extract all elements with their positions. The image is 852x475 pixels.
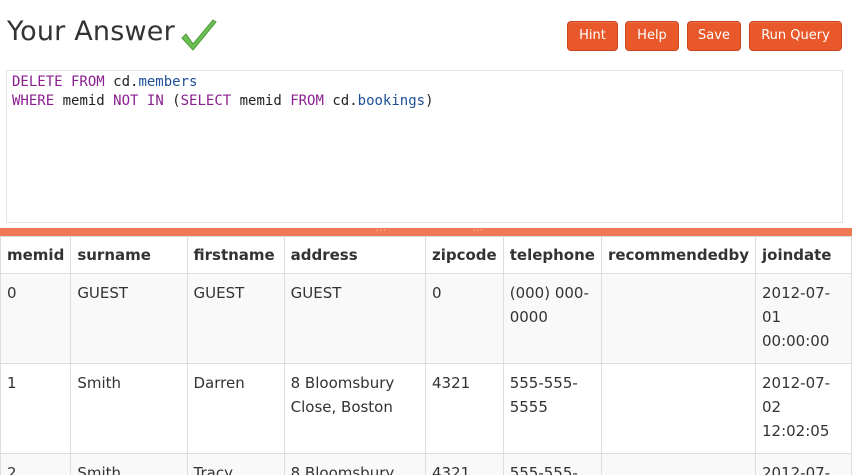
column-header[interactable]: firstname (186, 236, 285, 274)
help-button[interactable]: Help (625, 21, 679, 51)
table-cell: GUEST (283, 273, 427, 364)
table-cell (600, 453, 757, 475)
code-paren: ) (425, 93, 434, 109)
results-panel: memid surname firstname address zipcode … (0, 236, 852, 475)
table-cell (600, 273, 757, 364)
column-header[interactable]: joindate (755, 236, 852, 274)
grip-dots-icon: ··· (376, 226, 387, 235)
table-cell: 8 Bloomsbury Close, Boston (283, 363, 427, 454)
code-schema: cd. (323, 93, 358, 109)
results-table: memid surname firstname address zipcode … (0, 236, 852, 475)
grip-dots-icon: ··· (473, 226, 484, 235)
table-cell: 2 (0, 453, 72, 475)
run-query-button[interactable]: Run Query (749, 21, 842, 51)
table-cell: 0 (0, 273, 72, 364)
code-table-name: members (138, 74, 198, 90)
table-cell: Smith (70, 363, 188, 454)
table-row: 2 Smith Tracy 8 Bloomsbury 4321 555-555-… (0, 453, 852, 475)
code-keyword: NOT IN (113, 93, 164, 109)
code-column: memid (231, 93, 291, 109)
column-header[interactable]: recommendedby (600, 236, 757, 274)
table-cell: 0 (425, 273, 504, 364)
table-cell: 4321 (425, 363, 504, 454)
hint-button[interactable]: Hint (567, 21, 618, 51)
table-cell: GUEST (186, 273, 285, 364)
table-cell: 2012-07-01 00:00:00 (755, 273, 852, 364)
sql-editor[interactable]: DELETE FROM cd.members WHERE memid NOT I… (6, 70, 843, 223)
code-keyword: FROM (290, 93, 324, 109)
table-cell: 1 (0, 363, 72, 454)
column-header[interactable]: zipcode (425, 236, 504, 274)
table-cell: Darren (186, 363, 285, 454)
save-button[interactable]: Save (687, 21, 741, 51)
code-keyword: WHERE (12, 93, 55, 109)
code-column: memid (54, 93, 114, 109)
table-cell: 555-555-5555 (502, 363, 602, 454)
code-line-1[interactable]: DELETE FROM cd.members (12, 73, 837, 92)
table-cell: 555-555- (502, 453, 602, 475)
table-row: 0 GUEST GUEST GUEST 0 (000) 000-0000 201… (0, 273, 852, 364)
code-line-2[interactable]: WHERE memid NOT IN (SELECT memid FROM cd… (12, 92, 837, 111)
table-cell: 8 Bloomsbury (283, 453, 427, 475)
table-cell: GUEST (70, 273, 188, 364)
table-cell: Tracy (186, 453, 285, 475)
table-cell (600, 363, 757, 454)
code-keyword: SELECT (180, 93, 232, 109)
sql-exercise-page: Your Answer Hint Help Save Run Query DEL… (0, 0, 852, 475)
table-cell: 2012-07-02 12:02:05 (755, 363, 852, 454)
page-title: Your Answer (7, 16, 175, 47)
code-table-name: bookings (357, 93, 426, 109)
table-cell: (000) 000-0000 (502, 273, 602, 364)
code-schema: cd. (104, 74, 139, 90)
column-header[interactable]: surname (70, 236, 188, 274)
table-cell: 2012-07- (755, 453, 852, 475)
code-paren: ( (163, 93, 181, 109)
column-header[interactable]: telephone (502, 236, 602, 274)
table-cell: 4321 (425, 453, 504, 475)
code-keyword: DELETE FROM (12, 74, 105, 90)
resize-splitter[interactable]: ··· ··· (0, 226, 852, 236)
column-header[interactable]: address (283, 236, 427, 274)
answer-header: Your Answer Hint Help Save Run Query (0, 0, 852, 68)
checkmark-icon (181, 19, 217, 51)
table-cell: Smith (70, 453, 188, 475)
table-row: 1 Smith Darren 8 Bloomsbury Close, Bosto… (0, 363, 852, 454)
table-header-row: memid surname firstname address zipcode … (0, 236, 852, 274)
column-header[interactable]: memid (0, 236, 72, 274)
